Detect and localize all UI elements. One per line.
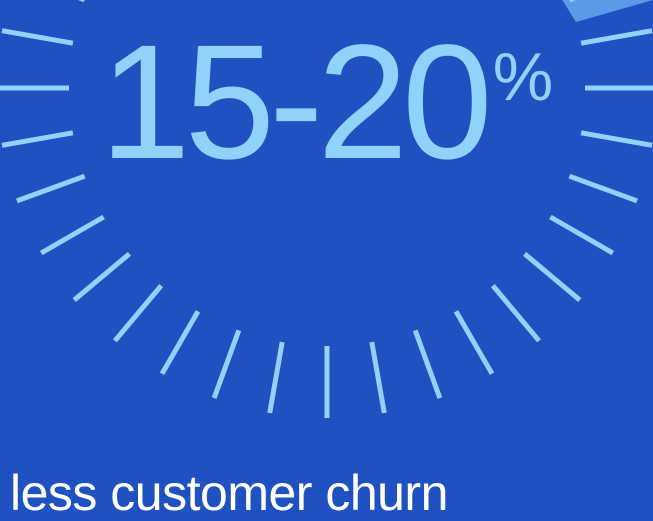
- gauge-tick: [490, 283, 542, 343]
- gauge-tick: [453, 310, 495, 376]
- gauge-tick: [211, 329, 242, 399]
- gauge-tick: [412, 329, 443, 399]
- gauge-tick: [39, 214, 105, 256]
- gauge-tick: [159, 310, 201, 376]
- gauge-tick: [267, 341, 285, 414]
- gauge-tick: [369, 341, 387, 414]
- stat-value: 15-20: [99, 10, 493, 193]
- stat-unit: %: [492, 39, 554, 115]
- gauge-tick: [72, 251, 132, 303]
- gauge-tick: [549, 214, 615, 256]
- stat-headline: 15-20%: [0, 20, 653, 183]
- stat-caption: less customer churn: [10, 465, 448, 521]
- gauge-tick: [112, 283, 164, 343]
- accent-wedge: [562, 0, 653, 22]
- gauge-tick: [522, 251, 582, 303]
